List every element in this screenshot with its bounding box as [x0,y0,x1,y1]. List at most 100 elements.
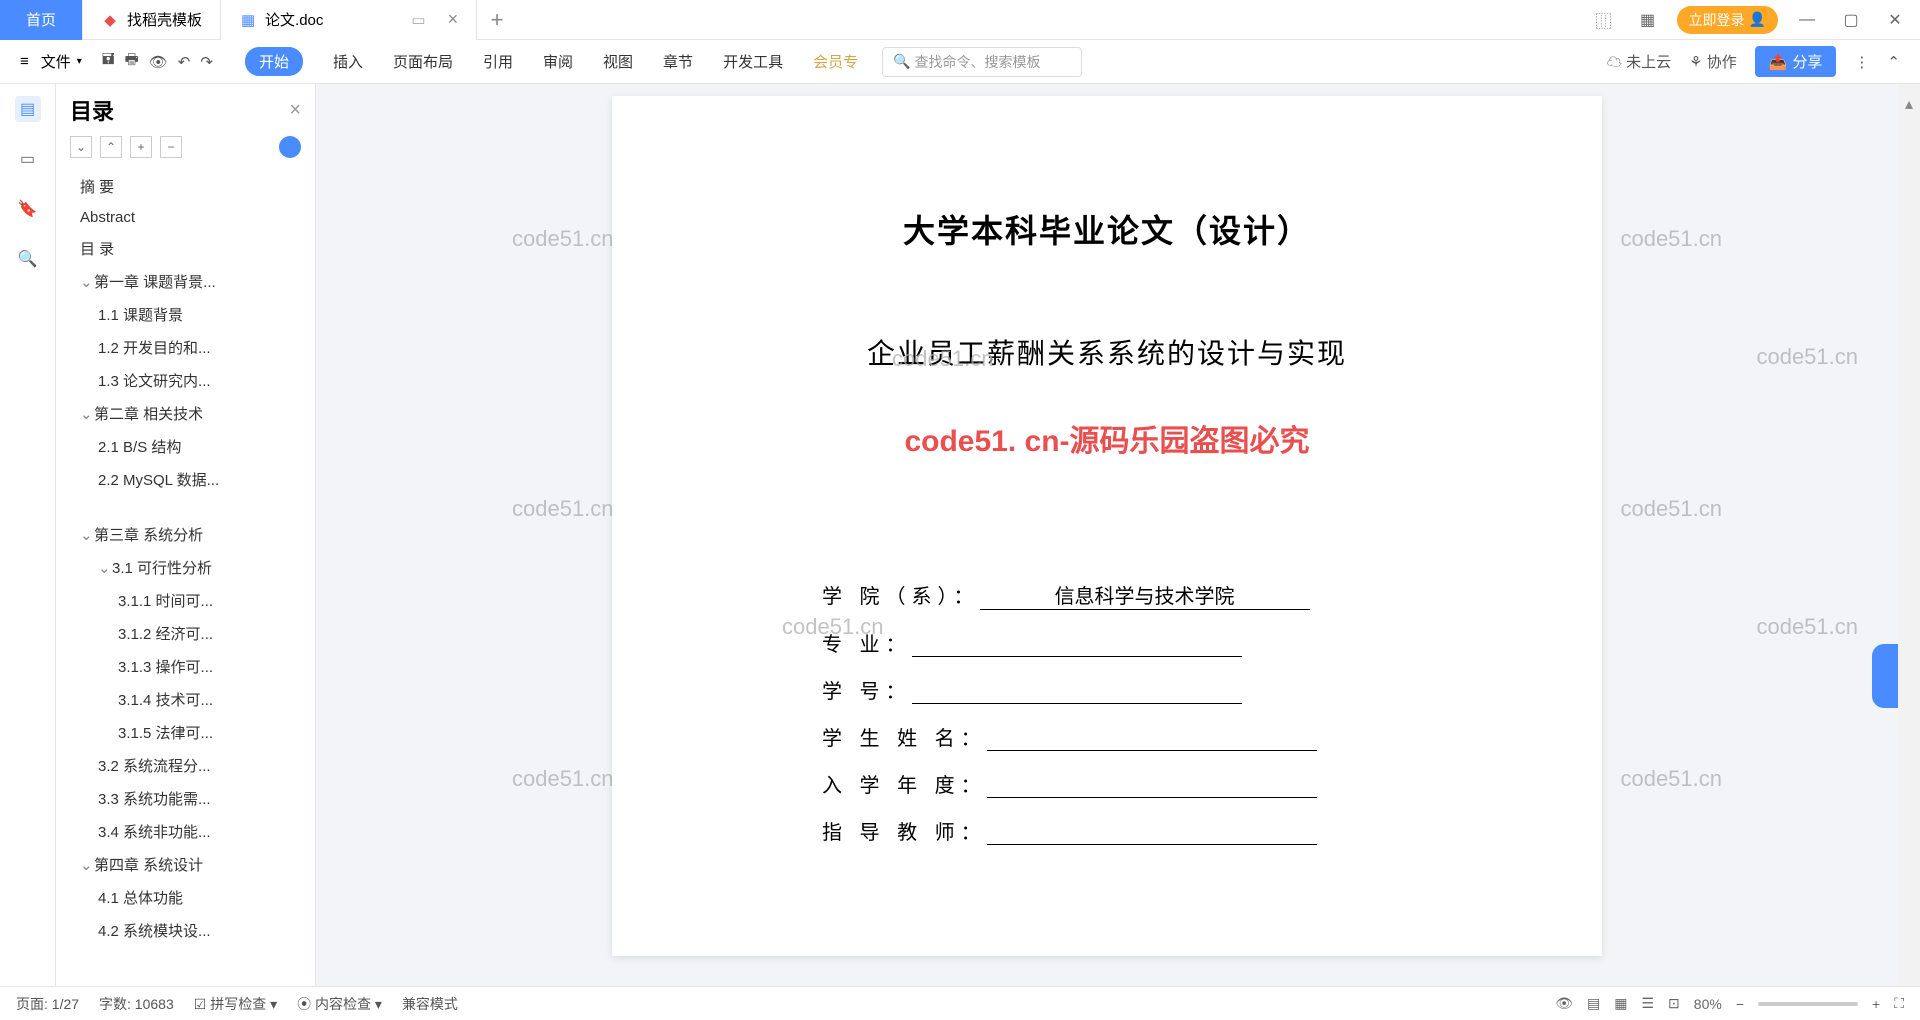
bookmark-icon[interactable]: 🔖 [15,196,41,222]
user-icon: 👤 [1749,11,1766,28]
outline-item[interactable]: 1.3 论文研究内... [56,364,315,397]
tab-insert[interactable]: 插入 [333,51,363,72]
outline-item[interactable]: 4.1 总体功能 [56,881,315,914]
tab-layout[interactable]: 页面布局 [393,51,453,72]
field-year-label: 入 学 年 度： [822,769,987,798]
assistant-icon[interactable] [279,136,301,158]
print-icon[interactable]: 🖶 [125,49,139,74]
screen-icon[interactable]: ▭ [411,11,425,29]
outline-item[interactable]: 2.2 MySQL 数据... [56,463,315,496]
right-scrollbar[interactable]: ▴ [1898,84,1920,986]
outline-item[interactable]: ⌄第一章 课题背景... [56,265,315,298]
tab-member[interactable]: 会员专 [813,51,858,72]
web-view-icon[interactable]: ▦ [1614,995,1627,1012]
tab-home[interactable]: 首页 [0,0,83,40]
undo-icon[interactable]: ↶ [178,53,191,71]
tab-devtools[interactable]: 开发工具 [723,51,783,72]
add-icon[interactable]: + [130,136,152,158]
tab-view[interactable]: 视图 [603,51,633,72]
outline-view-icon[interactable]: ☰ [1641,995,1654,1012]
info-block: 学 院（系）：信息科学与技术学院 专 业： 学 号： 学 生 姓 名： 入 学 … [702,580,1512,845]
file-menu[interactable]: 文件▾ [33,47,90,76]
share-button[interactable]: 📤 分享 [1755,46,1837,77]
collab-button[interactable]: ⚘ 协作 [1689,51,1737,72]
tab-start[interactable]: 开始 [245,47,303,76]
save-icon[interactable]: 🖬 [102,49,115,74]
cloud-status[interactable]: ☁ 未上云 [1607,51,1671,72]
outline-item[interactable]: 3.2 系统流程分... [56,749,315,782]
watermark: code51.cn [1756,614,1858,640]
tab-chapter[interactable]: 章节 [663,51,693,72]
redo-icon[interactable]: ↷ [200,53,213,71]
outline-item[interactable]: ⌄第二章 相关技术 [56,397,315,430]
outline-item[interactable]: 3.3 系统功能需... [56,782,315,815]
fullscreen-icon[interactable]: ⛶ [1894,995,1904,1012]
chevron-down-icon: ⌄ [80,526,92,544]
zoom-fit-icon[interactable]: ⊡ [1668,995,1680,1012]
spellcheck-toggle[interactable]: ☑ 拼写检查 ▾ [194,994,277,1014]
remove-icon[interactable]: − [160,136,182,158]
outline-item[interactable]: 3.1.5 法律可... [56,716,315,749]
outline-icon[interactable]: ▤ [15,96,41,122]
outline-item[interactable]: 目 录 [56,232,315,265]
outline-item[interactable]: 3.4 系统非功能... [56,815,315,848]
page-view-icon[interactable]: ▤ [1587,995,1600,1012]
outline-item-label: 第二章 相关技术 [94,406,203,423]
outline-item[interactable]: 1.1 课题背景 [56,298,315,331]
tab-reference[interactable]: 引用 [483,51,513,72]
outline-item-label: 3.4 系统非功能... [98,824,211,841]
outline-item-label: 1.1 课题背景 [98,307,183,324]
find-icon[interactable]: 🔍 [15,246,41,272]
tab-review[interactable]: 审阅 [543,51,573,72]
collapse-icon[interactable]: ⌃ [1887,53,1900,71]
close-window-icon[interactable]: ✕ [1880,5,1910,35]
close-icon[interactable]: × [448,9,459,30]
tab-template[interactable]: ◆ 找稻壳模板 [83,0,221,40]
more-icon[interactable]: ⋮ [1854,53,1869,71]
page-indicator[interactable]: 页面: 1/27 [16,994,79,1014]
zoom-out-icon[interactable]: − [1736,996,1744,1012]
maximize-icon[interactable]: ▢ [1836,5,1866,35]
collapse-all-icon[interactable]: ⌄ [70,136,92,158]
zoom-in-icon[interactable]: + [1872,996,1880,1012]
content-check[interactable]: ⦿ 内容检查 ▾ [297,994,382,1014]
status-bar: 页面: 1/27 字数: 10683 ☑ 拼写检查 ▾ ⦿ 内容检查 ▾ 兼容模… [0,986,1920,1020]
outline-item[interactable]: 4.2 系统模块设... [56,914,315,947]
outline-item[interactable]: 3.1.4 技术可... [56,683,315,716]
zoom-level[interactable]: 80% [1694,996,1722,1012]
layout-icon[interactable]: ⿲ [1589,5,1619,35]
outline-item[interactable]: ⌄第四章 系统设计 [56,848,315,881]
outline-item[interactable]: 1.2 开发目的和... [56,331,315,364]
reading-mode-icon[interactable]: 👁 [1555,995,1573,1012]
panel-close-icon[interactable]: × [289,99,301,122]
outline-item[interactable]: 摘 要 [56,170,315,203]
search-input[interactable]: 🔍 查找命令、搜索模板 [882,47,1082,77]
tab-document[interactable]: ▦ 论文.doc ▭ × [221,0,477,40]
zoom-slider[interactable] [1758,1002,1858,1006]
word-count[interactable]: 字数: 10683 [99,994,174,1014]
outline-item[interactable]: 3.1.1 时间可... [56,584,315,617]
outline-item[interactable]: 3.1.3 操作可... [56,650,315,683]
login-button[interactable]: 立即登录👤 [1677,6,1778,34]
side-handle[interactable] [1872,644,1898,708]
menu-icon[interactable]: ≡ [20,53,29,70]
outline-item-label: 3.1.2 经济可... [118,626,213,643]
apps-icon[interactable]: ▦ [1633,5,1663,35]
outline-item[interactable]: 3.1.2 经济可... [56,617,315,650]
field-sid-value [912,675,1242,704]
preview-icon[interactable]: 👁 [149,53,168,71]
outline-item[interactable]: 2.1 B/S 结构 [56,430,315,463]
minimize-icon[interactable]: — [1792,5,1822,35]
outline-item-label: Abstract [80,209,135,226]
doc-subtitle: 企业员工薪酬关系系统的设计与实现 [702,332,1512,372]
document-area[interactable]: code51.cn code51.cn code51.cn code51.cn … [316,84,1898,986]
title-bar: 首页 ◆ 找稻壳模板 ▦ 论文.doc ▭ × + ⿲ ▦ 立即登录👤 — ▢ … [0,0,1920,40]
scroll-up-icon[interactable]: ▴ [1905,94,1913,114]
expand-all-icon[interactable]: ⌃ [100,136,122,158]
outline-item[interactable]: ⌄第三章 系统分析 [56,518,315,551]
new-tab-button[interactable]: + [477,0,517,40]
slide-icon[interactable]: ▭ [15,146,41,172]
watermark: code51.cn [1756,344,1858,370]
outline-item[interactable]: Abstract [56,203,315,232]
outline-item[interactable]: ⌄3.1 可行性分析 [56,551,315,584]
